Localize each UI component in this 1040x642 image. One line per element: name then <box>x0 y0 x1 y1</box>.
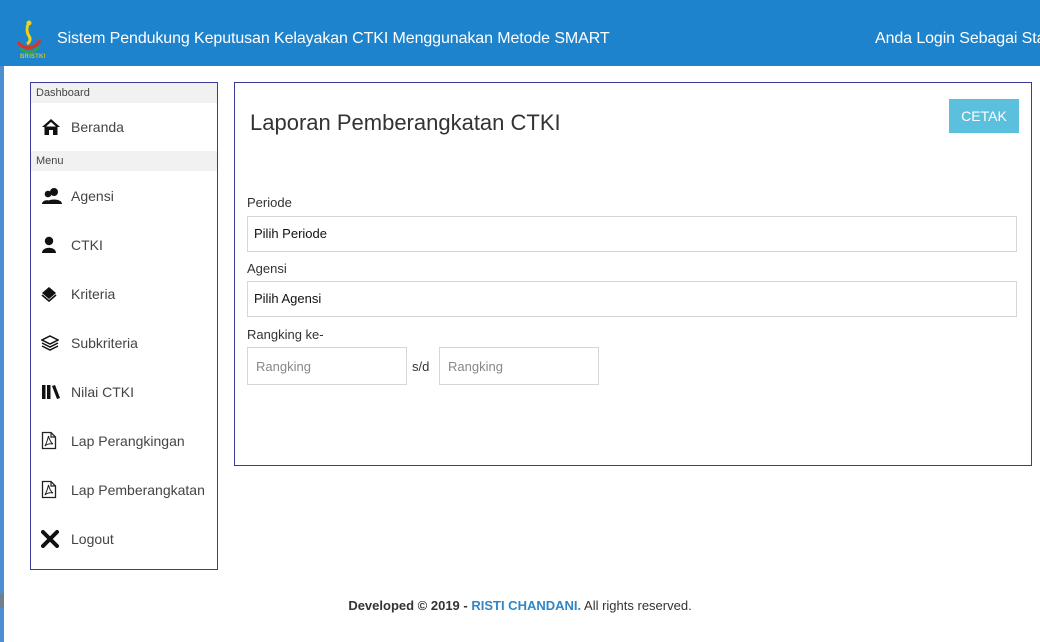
app-title: Sistem Pendukung Keputusan Kelayakan CTK… <box>57 30 610 47</box>
sidebar-item-logout[interactable]: Logout <box>31 514 217 563</box>
sidebar-item-label: Nilai CTKI <box>71 383 135 400</box>
sidebar-item-label: Logout <box>71 530 114 547</box>
rank-to-input[interactable] <box>439 347 599 385</box>
footer: Developed © 2019 - RISTI CHANDANI. All r… <box>0 598 1040 613</box>
pdf-file-icon <box>41 480 65 499</box>
agency-select[interactable]: Pilih Agensi <box>247 281 1017 317</box>
report-card: Laporan Pemberangkatan CTKI CETAK Period… <box>234 82 1032 466</box>
pdf-file-icon <box>41 431 65 450</box>
home-icon <box>41 118 65 136</box>
page-title: Laporan Pemberangkatan CTKI <box>250 110 561 135</box>
sidebar-item-label: Kriteria <box>71 285 116 302</box>
sidebar-section-menu: Menu <box>31 151 217 171</box>
agency-label: Agensi <box>247 261 287 276</box>
footer-author: RISTI CHANDANI. <box>471 598 582 613</box>
sidebar-item-lap-pemberangkatan[interactable]: Lap Pemberangkatan <box>31 465 217 514</box>
logo-text: BRISTKI <box>20 54 46 60</box>
close-icon <box>41 529 65 548</box>
period-select[interactable]: Pilih Periode <box>247 216 1017 252</box>
sidebar-item-label: Beranda <box>71 119 124 135</box>
layer-icon <box>41 286 65 302</box>
footer-developed: Developed © 2019 - <box>348 598 468 613</box>
top-navbar: BRISTKI Sistem Pendukung Keputusan Kelay… <box>0 0 1040 66</box>
sidebar: Dashboard Beranda Menu Agensi CTKI Krite… <box>30 82 218 570</box>
sidebar-item-label: Lap Perangkingan <box>71 432 185 449</box>
users-icon <box>41 187 65 205</box>
rank-label: Rangking ke- <box>247 327 324 342</box>
sidebar-item-kriteria[interactable]: Kriteria <box>31 269 217 318</box>
sidebar-item-ctki[interactable]: CTKI <box>31 220 217 269</box>
rank-from-input[interactable] <box>247 347 407 385</box>
sidebar-section-dashboard: Dashboard <box>31 83 217 103</box>
login-info: Anda Login Sebagai Staff <box>875 30 1040 47</box>
sidebar-item-label: Agensi <box>71 187 114 204</box>
print-button[interactable]: CETAK <box>949 99 1019 133</box>
sidebar-item-nilai-ctki[interactable]: Nilai CTKI <box>31 367 217 416</box>
sidebar-item-label: Lap Pemberangkatan <box>71 481 205 498</box>
period-label: Periode <box>247 195 292 210</box>
sidebar-item-subkriteria[interactable]: Subkriteria <box>31 318 217 367</box>
footer-rights: All rights reserved. <box>584 598 692 613</box>
sidebar-item-beranda[interactable]: Beranda <box>31 103 217 151</box>
sidebar-item-agensi[interactable]: Agensi <box>31 171 217 220</box>
sidebar-item-label: Subkriteria <box>71 334 138 351</box>
rank-separator: s/d <box>412 359 430 374</box>
sidebar-item-label: CTKI <box>71 236 103 253</box>
user-icon <box>41 236 65 254</box>
books-icon <box>41 384 65 400</box>
sidebar-item-lap-perangkingan[interactable]: Lap Perangkingan <box>31 416 217 465</box>
left-edge-strip <box>0 0 4 642</box>
layers-icon <box>41 334 65 351</box>
